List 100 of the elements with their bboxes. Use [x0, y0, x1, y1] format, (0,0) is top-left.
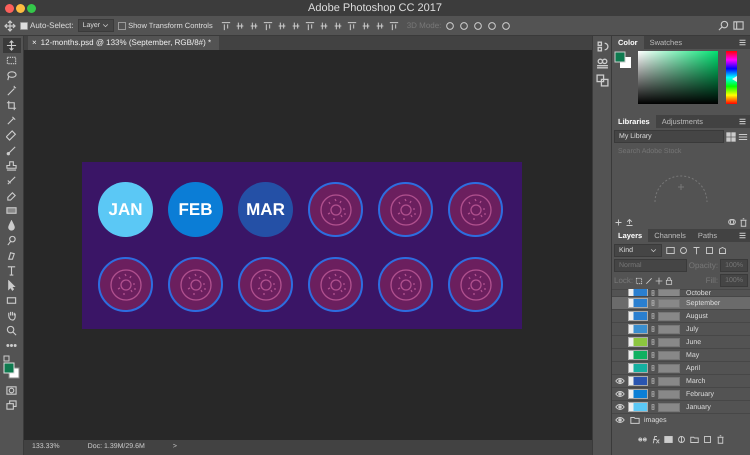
zoom-window-button[interactable]: [27, 4, 36, 13]
mask-thumbnail: [658, 364, 680, 372]
magic-wand-icon[interactable]: [6, 85, 17, 96]
mask-icon[interactable]: [664, 434, 672, 444]
folder-icon[interactable]: [690, 434, 698, 444]
crop-tool-icon[interactable]: [6, 100, 17, 111]
gradient-icon[interactable]: [6, 205, 17, 216]
donut-icon: [318, 192, 352, 226]
zoom-tool-icon[interactable]: [6, 325, 17, 336]
align-icon[interactable]: [304, 20, 315, 30]
properties-icon[interactable]: [596, 57, 608, 70]
eyedropper-icon[interactable]: [6, 115, 17, 126]
color-swatches-icon[interactable]: [614, 51, 632, 69]
screen-mode-icon[interactable]: [6, 400, 17, 411]
lock-position-icon[interactable]: [655, 276, 664, 284]
3d-icon[interactable]: [459, 20, 470, 30]
mask-thumbnail: [658, 298, 680, 308]
close-tab-button[interactable]: ×: [32, 36, 37, 50]
window-title: Adobe Photoshop CC 2017: [308, 1, 442, 16]
3d-icon[interactable]: [473, 20, 484, 30]
upload-icon[interactable]: [625, 218, 634, 226]
donut-icon: [388, 192, 422, 226]
donut-icon: [388, 268, 422, 302]
donut-icon: [178, 268, 212, 302]
list-view-icon[interactable]: [738, 132, 748, 142]
panel-menu-icon[interactable]: [738, 38, 747, 47]
creative-cloud-icon[interactable]: [727, 217, 737, 227]
mask-thumbnail: [658, 350, 680, 360]
search-icon[interactable]: [718, 20, 729, 31]
brush-icon[interactable]: [6, 145, 17, 156]
lock-brush-icon[interactable]: [645, 276, 654, 284]
blur-drop-icon[interactable]: [6, 220, 17, 231]
type-filter-icon[interactable]: [692, 246, 701, 255]
chain-link-icon: [650, 376, 656, 386]
marquee-tool-icon[interactable]: [6, 55, 17, 66]
lock-lock-icon[interactable]: [665, 276, 674, 284]
trash-icon[interactable]: [716, 434, 724, 444]
minimize-window-button[interactable]: [16, 4, 25, 13]
caret-icon: [650, 247, 657, 254]
align-icon[interactable]: [318, 20, 329, 30]
3d-icon[interactable]: [501, 20, 512, 30]
history-icon[interactable]: [596, 40, 608, 53]
rectangle-tool-icon[interactable]: [6, 295, 17, 306]
color-swatches-icon[interactable]: [2, 355, 20, 381]
align-icon[interactable]: [346, 20, 357, 30]
shape-filter-icon[interactable]: [705, 246, 714, 255]
layer-comps-icon[interactable]: [596, 74, 608, 87]
smart-object-filter-icon[interactable]: [718, 246, 727, 255]
align-icon[interactable]: [220, 20, 231, 30]
move-icon[interactable]: [4, 20, 16, 32]
quick-mask-icon[interactable]: [6, 385, 17, 396]
document-tab[interactable]: × 12-months.psd @ 133% (September, RGB/8#) *: [28, 36, 220, 50]
align-icon[interactable]: [360, 20, 371, 30]
align-icon[interactable]: [276, 20, 287, 30]
mask-thumbnail: [658, 312, 680, 320]
eye-icon[interactable]: [615, 415, 625, 425]
add-icon[interactable]: [614, 218, 623, 226]
align-icon[interactable]: [290, 20, 301, 30]
auto-select-checkbox[interactable]: Auto-Select:: [20, 20, 74, 32]
selection-arrow-icon[interactable]: [6, 280, 17, 291]
type-tool-icon[interactable]: [6, 265, 17, 276]
link-icon[interactable]: [638, 434, 646, 444]
hand-tool-icon[interactable]: [6, 310, 17, 321]
eye-icon[interactable]: [615, 389, 625, 399]
adjustment-filter-icon[interactable]: [679, 246, 688, 255]
align-icon[interactable]: [332, 20, 343, 30]
align-icon[interactable]: [374, 20, 385, 30]
new-layer-icon[interactable]: [702, 434, 712, 444]
healing-brush-icon[interactable]: [6, 130, 17, 141]
align-icon[interactable]: [248, 20, 259, 30]
lasso-tool-icon[interactable]: [6, 70, 17, 81]
chain-link-icon: [650, 402, 656, 412]
dodge-icon[interactable]: [6, 235, 17, 246]
pen-icon[interactable]: [6, 250, 17, 261]
align-icon[interactable]: [388, 20, 399, 30]
trash-icon[interactable]: [739, 218, 748, 226]
grid-view-icon[interactable]: [726, 132, 736, 142]
3d-icon[interactable]: [445, 20, 456, 30]
panel-menu-icon[interactable]: [738, 231, 747, 240]
month-circle: FEB: [168, 182, 223, 237]
eraser-icon[interactable]: [6, 190, 17, 201]
align-icon[interactable]: [262, 20, 273, 30]
chain-link-icon: [650, 363, 656, 373]
history-brush-icon[interactable]: [6, 175, 17, 186]
color-field[interactable]: [638, 51, 718, 104]
fx-icon[interactable]: [650, 434, 660, 444]
adjustment-icon[interactable]: [676, 434, 686, 444]
stamp-icon[interactable]: [6, 160, 17, 171]
move-tool-icon[interactable]: [6, 40, 17, 51]
donut-icon: [458, 192, 492, 226]
3d-icon[interactable]: [487, 20, 498, 30]
eye-icon[interactable]: [615, 376, 625, 386]
align-icon[interactable]: [234, 20, 245, 30]
workspace-icon[interactable]: [733, 20, 744, 31]
lock-pixels-icon[interactable]: [635, 276, 644, 284]
image-filter-icon[interactable]: [666, 246, 675, 255]
panel-menu-icon[interactable]: [738, 117, 747, 126]
close-window-button[interactable]: [5, 4, 14, 13]
eye-icon[interactable]: [615, 402, 625, 412]
mask-thumbnail: [658, 376, 680, 386]
